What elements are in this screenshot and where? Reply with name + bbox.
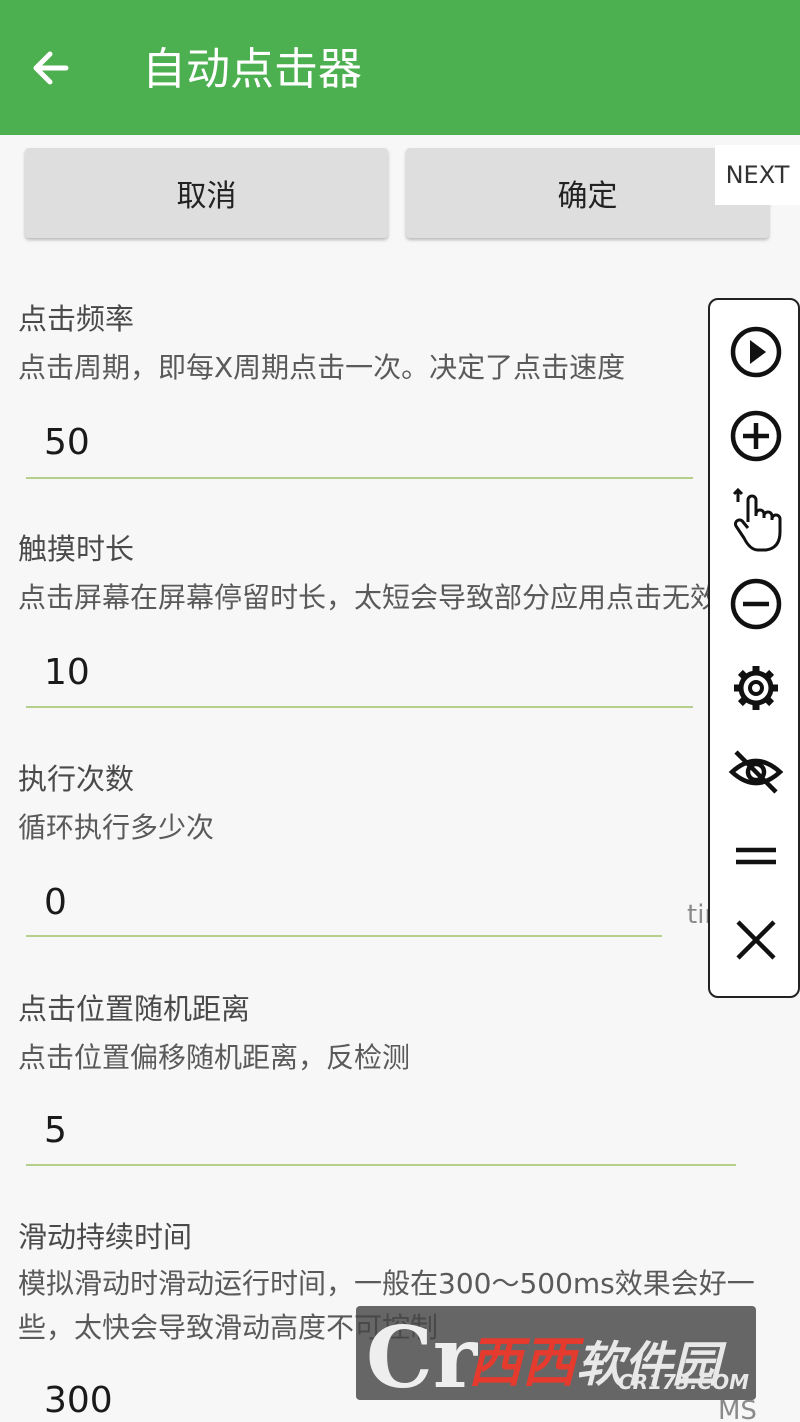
input-underline: [26, 1164, 736, 1166]
setting-label-touch-duration: 触摸时长: [18, 532, 135, 566]
swipe-duration-input[interactable]: 300: [44, 1380, 113, 1421]
add-icon[interactable]: [724, 404, 788, 468]
gear-icon[interactable]: [724, 656, 788, 720]
setting-label-click-frequency: 点击频率: [18, 302, 135, 336]
click-frequency-input[interactable]: 50: [44, 422, 90, 463]
drag-handle-icon[interactable]: [724, 824, 788, 888]
setting-desc-click-frequency: 点击周期，即每X周期点击一次。决定了点击速度: [18, 351, 626, 384]
cancel-button[interactable]: 取消: [25, 148, 388, 238]
arrow-back-icon[interactable]: [28, 40, 76, 96]
input-underline: [26, 477, 693, 479]
watermark: Cr 西西软件园 CR173.COM: [356, 1306, 756, 1407]
input-underline: [26, 935, 662, 937]
play-icon[interactable]: [724, 320, 788, 384]
setting-label-swipe-duration: 滑动持续时间: [18, 1220, 193, 1254]
touch-duration-input[interactable]: 10: [44, 652, 90, 693]
repeat-count-input[interactable]: 0: [44, 882, 67, 923]
setting-label-repeat-count: 执行次数: [18, 762, 135, 796]
setting-desc-touch-duration: 点击屏幕在屏幕停留时长，太短会导致部分应用点击无效: [18, 581, 719, 614]
eye-off-icon[interactable]: [724, 740, 788, 804]
floating-toolbar: [708, 298, 800, 998]
watermark-logo: Cr: [366, 1308, 478, 1407]
watermark-domain: CR173.COM: [618, 1370, 750, 1394]
next-button[interactable]: NEXT: [715, 145, 800, 205]
page-title: 自动点击器: [142, 44, 362, 95]
setting-label-random-offset: 点击位置随机距离: [18, 992, 251, 1026]
remove-icon[interactable]: [724, 572, 788, 636]
swipe-hand-icon[interactable]: [724, 488, 788, 552]
input-underline: [26, 706, 693, 708]
app-bar: 自动点击器: [0, 0, 800, 135]
setting-desc-swipe-duration: 模拟滑动时滑动运行时间，一般在300～500ms效果会好一: [18, 1267, 755, 1300]
random-offset-input[interactable]: 5: [44, 1110, 67, 1151]
setting-desc-repeat-count: 循环执行多少次: [18, 811, 215, 844]
setting-desc-random-offset: 点击位置偏移随机距离，反检测: [18, 1041, 411, 1074]
close-icon[interactable]: [724, 908, 788, 972]
